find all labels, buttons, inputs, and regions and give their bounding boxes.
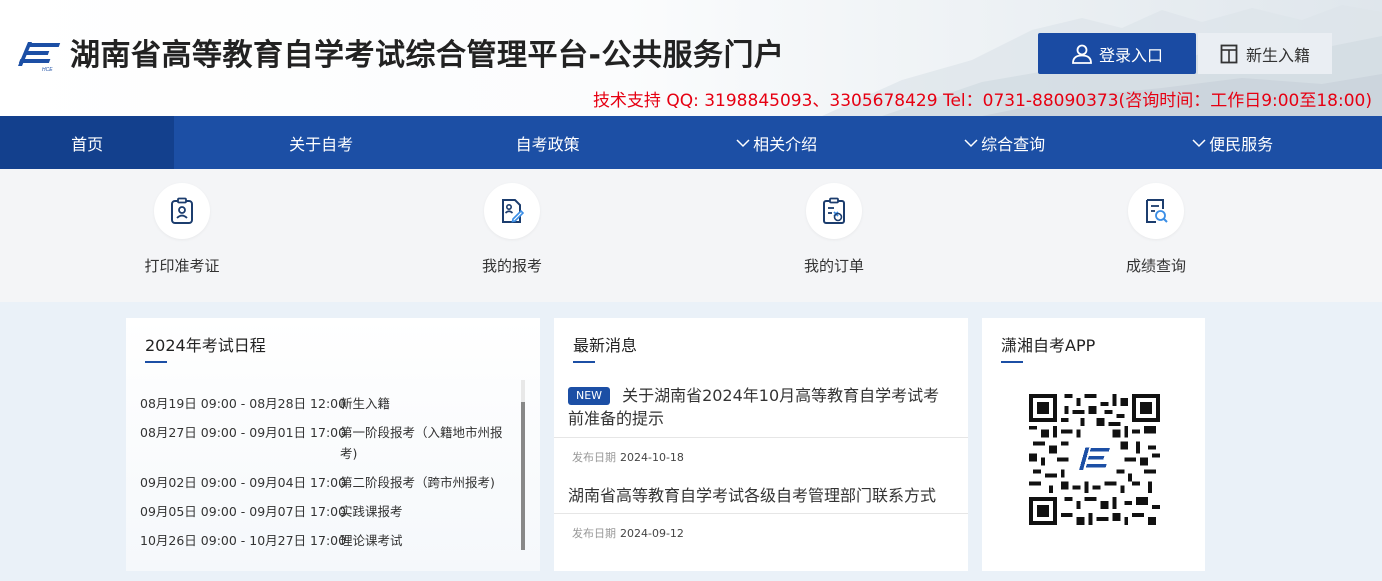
nav-item-label: 便民服务 <box>1209 134 1274 154</box>
date-value: 2024-10-18 <box>620 451 684 464</box>
news-link[interactable]: 湖南省高等教育自学考试各级自考管理部门联系方式 <box>568 484 953 507</box>
date-label: 发布日期 <box>572 527 616 540</box>
schedule-scrollbar[interactable] <box>521 380 525 550</box>
nav-item-label: 关于自考 <box>289 134 354 154</box>
panel-title: 最新消息 <box>573 336 638 355</box>
schedule-event: 实践课报考 <box>340 504 403 519</box>
schedule-row: 08月19日 09:00 - 08月28日 12:00 新生入籍 <box>140 393 518 414</box>
score-search-icon <box>1146 199 1168 223</box>
admission-ticket-icon <box>171 197 193 224</box>
chevron-down-icon <box>964 138 978 147</box>
title-underline <box>1001 361 1023 363</box>
date-value: 2024-09-12 <box>620 527 684 540</box>
app-download-panel: 潇湘自考APP <box>982 318 1205 571</box>
nav-item-query[interactable]: 综合查询 <box>926 116 1083 169</box>
schedule-time: 08月27日 09:00 - 09月01日 17:00 <box>140 425 347 440</box>
shortcut-label: 成绩查询 <box>1125 257 1186 275</box>
shortcut-my-orders[interactable]: 我的订单 <box>774 183 894 276</box>
latest-news-panel: 最新消息 NEW 关于湖南省2024年10月高等教育自学考试考前准备的提示 发布日… <box>554 318 968 571</box>
news-date: 发布日期 2024-10-18 <box>572 449 684 465</box>
shortcut-label: 我的订单 <box>803 257 864 275</box>
shortcut-icon-circle <box>484 183 540 239</box>
nav-item-label: 首页 <box>71 134 104 154</box>
news-title-text: 关于湖南省2024年10月高等教育自学考试考前准备的提示 <box>568 386 940 428</box>
enroll-label: 新生入籍 <box>1245 45 1310 65</box>
shortcut-label: 打印准考证 <box>144 257 220 275</box>
user-icon <box>1072 44 1092 64</box>
login-button[interactable]: 登录入口 <box>1038 33 1196 74</box>
shortcut-icon-circle <box>154 183 210 239</box>
nav-item-label: 综合查询 <box>981 134 1046 154</box>
nav-item-introduction[interactable]: 相关介绍 <box>627 116 926 169</box>
nav-item-services[interactable]: 便民服务 <box>1083 116 1382 169</box>
schedule-time: 09月02日 09:00 - 09月04日 17:00 <box>140 475 347 490</box>
scrollbar-thumb[interactable] <box>521 402 525 550</box>
app-qr-code[interactable] <box>1029 394 1160 525</box>
nav-item-policy[interactable]: 自考政策 <box>468 116 627 169</box>
schedule-row: 10月26日 09:00 - 10月27日 17:00 理论课考试 <box>140 530 518 551</box>
schedule-event: 新生入籍 <box>340 396 391 411</box>
new-student-enroll-button[interactable]: 新生入籍 <box>1198 33 1332 74</box>
nav-item-home[interactable]: 首页 <box>0 116 175 169</box>
news-title-text: 湖南省高等教育自学考试各级自考管理部门联系方式 <box>568 486 937 505</box>
schedule-time: 09月05日 09:00 - 09月07日 17:00 <box>140 504 347 519</box>
title-underline <box>145 361 167 363</box>
schedule-row: 08月27日 09:00 - 09月01日 17:00 第一阶段报考（入籍地市州… <box>140 422 518 464</box>
nav-item-label: 相关介绍 <box>753 134 818 154</box>
news-link[interactable]: NEW 关于湖南省2024年10月高等教育自学考试考前准备的提示 <box>568 384 953 430</box>
panel-title: 2024年考试日程 <box>145 336 266 355</box>
shortcut-label: 我的报考 <box>481 257 542 275</box>
nav-item-about[interactable]: 关于自考 <box>174 116 468 169</box>
schedule-row: 09月05日 09:00 - 09月07日 17:00 实践课报考 <box>140 501 518 522</box>
divider <box>554 513 968 514</box>
exam-schedule-panel: 2024年考试日程 08月19日 09:00 - 08月28日 12:00 新生… <box>126 318 540 571</box>
tech-support-info: 技术支持 QQ: 3198845093、3305678429 Tel：0731-… <box>592 91 1372 111</box>
schedule-time: 08月19日 09:00 - 08月28日 12:00 <box>140 396 347 411</box>
shortcut-score-query[interactable]: 成绩查询 <box>1096 183 1216 276</box>
new-badge: NEW <box>568 387 611 405</box>
chevron-down-icon <box>1192 138 1206 147</box>
shortcut-print-admission-ticket[interactable]: 打印准考证 <box>122 183 242 276</box>
site-title: 湖南省高等教育自学考试综合管理平台-公共服务门户 <box>70 38 785 73</box>
login-label: 登录入口 <box>1098 45 1163 65</box>
content-area: 2024年考试日程 08月19日 09:00 - 08月28日 12:00 新生… <box>0 302 1382 581</box>
enroll-book-icon <box>1220 44 1238 63</box>
schedule-event: 第一阶段报考（入籍地市州报考) <box>340 425 503 461</box>
svg-text:HCE: HCE <box>42 67 53 72</box>
title-underline <box>573 361 595 363</box>
panel-title: 潇湘自考APP <box>1001 336 1096 355</box>
main-nav: 首页 关于自考 自考政策 相关介绍 综合查询 便民服务 <box>0 116 1382 169</box>
nav-item-label: 自考政策 <box>515 134 580 154</box>
shortcut-my-registration[interactable]: 我的报考 <box>452 183 572 276</box>
schedule-row: 09月02日 09:00 - 09月04日 17:00 第二阶段报考（跨市州报考… <box>140 472 518 493</box>
shortcut-icon-circle <box>1128 183 1184 239</box>
schedule-time: 10月26日 09:00 - 10月27日 17:00 <box>140 533 347 548</box>
shortcut-icon-circle <box>806 183 862 239</box>
schedule-list: 08月19日 09:00 - 08月28日 12:00 新生入籍 08月27日 … <box>140 393 518 559</box>
registration-file-icon <box>502 199 525 223</box>
order-clipboard-icon <box>823 197 845 224</box>
quick-shortcuts: 打印准考证 我的报考 我的订单 成绩查询 <box>0 169 1382 302</box>
chevron-down-icon <box>736 138 750 147</box>
divider <box>554 437 968 438</box>
platform-logo: HCE <box>18 42 61 72</box>
news-date: 发布日期 2024-09-12 <box>572 525 684 541</box>
date-label: 发布日期 <box>572 451 616 464</box>
schedule-event: 理论课考试 <box>340 533 403 548</box>
header: HCE 湖南省高等教育自学考试综合管理平台-公共服务门户 登录入口 新生入籍 技… <box>0 0 1382 116</box>
schedule-event: 第二阶段报考（跨市州报考) <box>340 475 495 490</box>
